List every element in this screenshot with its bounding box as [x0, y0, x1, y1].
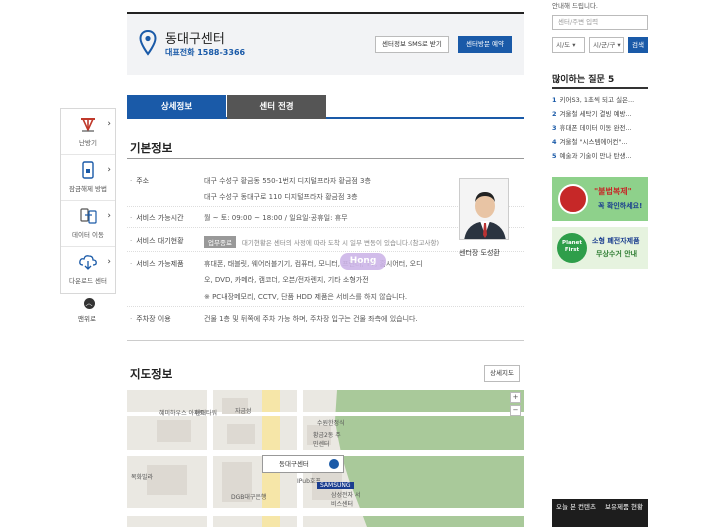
quick-item-label: 잠금해제 방법 [69, 185, 107, 193]
map-place-label: SAMSUNG [317, 482, 354, 489]
scroll-top-label: 맨위로 [78, 315, 96, 323]
banner-subtext: 무상수거 안내 [596, 250, 638, 258]
products-label: 서비스 가능제품 [136, 260, 184, 268]
banner-text: "불법복제" [594, 187, 632, 196]
center-tel: 대표전화 1588-3366 [165, 48, 246, 57]
map-zoom-control: + − [510, 392, 522, 524]
faq-item[interactable]: 1 키어S3, 1초씩 되고 실은... [552, 94, 648, 104]
anti-piracy-banner[interactable]: "불법복제" 꼭 확인하세요! [552, 177, 648, 221]
detail-tabs: 상세정보 센터 전경 [127, 95, 524, 119]
products-line2: 오, DVD, 카메라, 캠코더, 오븐/전자렌지, 기타 소형가전 [204, 276, 369, 284]
faq-item[interactable]: 3 휴대폰 데이터 이동 완전... [552, 122, 648, 132]
location-pin-icon [139, 30, 157, 56]
heater-icon [81, 118, 95, 132]
wait-note: 대기현황은 센터의 사정에 따라 도착 시 일부 변동이 있습니다.(참고사항) [241, 239, 440, 247]
city-select[interactable]: 시/도 ▾ [552, 37, 585, 53]
chevron-up-icon: ︿ [83, 298, 95, 309]
e-waste-banner[interactable]: Planet First 소형 폐전자제품 무상수거 안내 [552, 227, 648, 269]
map-place-label: DGB대구은행 [231, 494, 267, 501]
map-place-label: 목화빌라 [131, 474, 154, 481]
banner-brand: Planet First [562, 240, 582, 253]
faq-title: 많이하는 질문 5 [552, 75, 615, 85]
address-line2: 대구 수성구 동대구로 110 디지털프라자 황금점 3층 [204, 193, 358, 201]
chevron-right-icon: › [107, 211, 111, 221]
status-badge: 업무종료 [204, 236, 236, 248]
map-place-label: 수원한정식 [317, 420, 345, 427]
divider [552, 87, 648, 89]
parking-label: 주차장 이용 [136, 315, 171, 323]
visit-reservation-button[interactable]: 센터방문 예약 [458, 36, 512, 53]
map-marker[interactable]: 동대구센터 [262, 455, 344, 473]
quick-item-label: 데이터 이동 [72, 231, 104, 239]
unlock-icon [82, 161, 94, 179]
owned-products-tab[interactable]: 보유제품 현황 [600, 502, 648, 512]
map-place-label: 삼성전자 서비스센터 [331, 492, 361, 508]
map-marker-label: 동대구센터 [279, 460, 309, 468]
zoom-out-button[interactable]: − [510, 405, 521, 416]
map-info-title: 지도정보 [130, 367, 173, 381]
hours-value: 월 ~ 토: 09:00 ~ 18:00 / 일요일·공휴일: 휴무 [204, 214, 348, 222]
wait-label: 서비스 대기현황 [136, 237, 184, 245]
quick-item-heater[interactable]: › 난방기 [61, 109, 115, 155]
divider [127, 306, 524, 307]
map-place-label: 현대타워 [195, 410, 218, 417]
district-select[interactable]: 시/군/구 ▾ [589, 37, 624, 53]
products-line3: ※ PC내장메모리, CCTV, 단품 HDD 제품은 서비스를 하지 않습니다… [204, 293, 408, 301]
parking-value: 건물 1층 및 뒤쪽에 주차 가능 하며, 주차장 입구는 건물 좌측에 있습니… [204, 315, 418, 323]
chevron-right-icon: › [107, 119, 111, 129]
products-line1: 휴대폰, 태블릿, 웨어러블기기, 컴퓨터, 모니터, 프린터, TV, 홈시어… [204, 260, 423, 268]
center-name: 동대구센터 [165, 32, 225, 47]
bottom-tabs: 오늘 본 컨텐츠 보유제품 현황 [552, 499, 648, 527]
map-place-label: 황금2동 주민센터 [313, 432, 341, 448]
marker-pin-icon [329, 459, 339, 469]
map-place-label: 자금성 [235, 408, 252, 415]
quick-item-data-transfer[interactable]: › 데이터 이동 [61, 201, 115, 247]
divider [127, 158, 524, 159]
banner-text: 소형 폐전자제품 [592, 237, 640, 245]
address-label-wrap: · 주소 [130, 177, 150, 185]
download-cloud-icon [79, 255, 97, 270]
faq-item[interactable]: 2 겨울철 세탁기 결빙 예방... [552, 108, 648, 118]
sms-info-button[interactable]: 센터정보 SMS로 받기 [375, 36, 449, 53]
quick-item-label: 다운로드 센터 [69, 277, 107, 285]
data-transfer-icon [80, 208, 97, 224]
watermark-badge: Hong [340, 253, 386, 270]
banner-subtext: 꼭 확인하세요! [598, 202, 643, 210]
stamp-icon [558, 184, 588, 214]
manager-name: 센터장 도성환 [459, 249, 500, 257]
center-header: 동대구센터 대표전화 1588-3366 센터정보 SMS로 받기 센터방문 예… [127, 12, 524, 75]
quick-item-download-center[interactable]: › 다운로드 센터 [61, 247, 115, 293]
address-line1: 대구 수성구 황금동 550-1번지 디지털프라자 황금점 3층 [204, 177, 371, 185]
faq-item[interactable]: 4 겨울철 "시스템에어컨"... [552, 136, 648, 146]
tab-center-view[interactable]: 센터 전경 [227, 95, 326, 119]
manager-photo [459, 178, 509, 240]
scroll-top-button[interactable]: ︿ 맨위로 [78, 298, 98, 323]
hours-label: 서비스 가능시간 [136, 214, 184, 222]
faq-item[interactable]: 5 예술과 기술이 만나 탄생... [552, 150, 648, 160]
quick-item-label: 난방기 [79, 139, 97, 147]
search-button[interactable]: 검색 [628, 37, 648, 53]
zoom-in-button[interactable]: + [510, 392, 521, 403]
recent-content-tab[interactable]: 오늘 본 컨텐츠 [552, 502, 600, 512]
detail-map-button[interactable]: 상세지도 [484, 365, 520, 382]
address-label: 주소 [136, 177, 150, 185]
chevron-right-icon: › [107, 257, 111, 267]
tab-detail-info[interactable]: 상세정보 [127, 95, 226, 119]
quick-menu: › 난방기 › 잠금해제 방법 › 데이터 이동 › 다운로드 센터 [60, 108, 116, 294]
chevron-right-icon: › [107, 165, 111, 175]
divider [127, 340, 524, 341]
quick-item-unlock[interactable]: › 잠금해제 방법 [61, 155, 115, 201]
basic-info-title: 기본정보 [130, 141, 173, 155]
center-search-input[interactable]: 센터/주변 입력 [552, 15, 648, 30]
sidebar-guide-text: 안내해 드립니다. [552, 2, 598, 10]
